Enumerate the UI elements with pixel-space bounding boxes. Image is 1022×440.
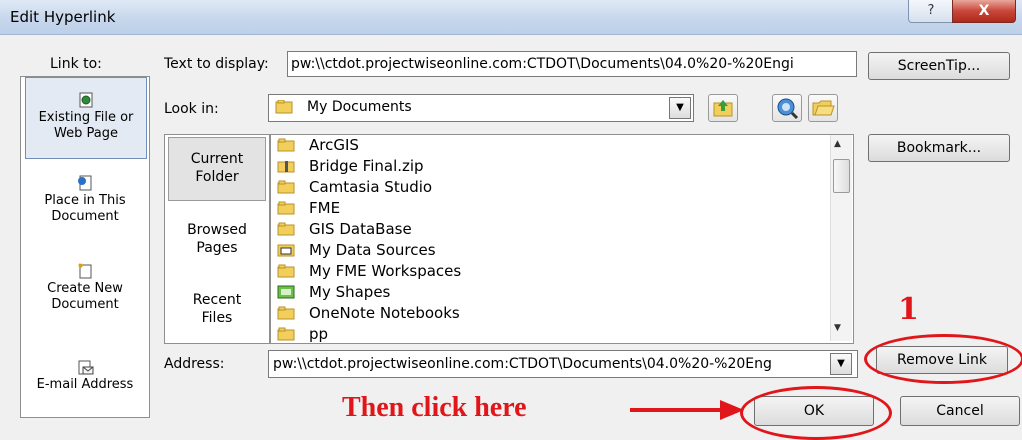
list-item[interactable]: GIS DataBase: [277, 219, 412, 240]
folder-icon: [277, 221, 295, 235]
look-in-select[interactable]: My Documents ▼: [268, 94, 694, 122]
nav-current-line1: Current: [190, 151, 244, 167]
window-title: Edit Hyperlink: [10, 8, 116, 26]
nav-current-line2: Folder: [195, 169, 239, 185]
cancel-button[interactable]: Cancel: [900, 396, 1020, 426]
list-item-label: pp: [309, 325, 329, 343]
screentip-button[interactable]: ScreenTip...: [868, 52, 1010, 80]
documents-folder-icon: [275, 100, 293, 114]
nav-browsed-pages[interactable]: Browsed Pages: [169, 221, 265, 257]
nav-current-folder[interactable]: Current Folder: [168, 137, 266, 201]
nav-browsed-line2: Pages: [196, 240, 238, 256]
text-to-display-label: Text to display:: [164, 56, 269, 72]
zip-folder-icon: [277, 158, 295, 172]
place-in-document-label-2: Document: [51, 209, 119, 224]
list-item-label: ArcGIS: [309, 136, 359, 154]
create-new-label-1: Create New: [47, 281, 123, 296]
nav-browsed-line1: Browsed: [187, 222, 247, 238]
folder-icon: [277, 326, 295, 340]
list-item[interactable]: OneNote Notebooks: [277, 303, 460, 324]
existing-file-label-1: Existing File or: [38, 110, 134, 125]
new-document-icon: [78, 263, 92, 279]
list-item[interactable]: ArcGIS: [277, 135, 359, 156]
list-item-label: Camtasia Studio: [309, 178, 433, 196]
list-item[interactable]: My Shapes: [277, 282, 390, 303]
create-new-label-2: Document: [51, 297, 119, 312]
annotation-instruction: Then click here: [342, 392, 527, 423]
up-one-folder-icon[interactable]: [708, 94, 738, 122]
link-to-place-in-document[interactable]: Place in This Document: [22, 175, 148, 225]
bookmark-button[interactable]: Bookmark...: [868, 134, 1010, 162]
data-source-icon: [277, 242, 295, 256]
folder-icon: [277, 200, 295, 214]
web-file-icon: [79, 92, 93, 108]
text-to-display-input[interactable]: pw:\\ctdot.projectwiseonline.com:CTDOT\D…: [287, 51, 857, 77]
chevron-down-icon[interactable]: ▼: [669, 97, 691, 119]
address-dropdown-icon[interactable]: ▼: [830, 353, 852, 375]
look-in-label: Look in:: [164, 101, 219, 117]
browse-file-icon[interactable]: [808, 94, 838, 122]
link-to-label: Link to:: [50, 56, 102, 72]
email-address-label: E-mail Address: [36, 377, 134, 392]
scroll-thumb[interactable]: [833, 159, 850, 193]
list-item-label: My FME Workspaces: [309, 262, 462, 280]
link-to-panel: Existing File or Web Page Place in This …: [20, 76, 150, 418]
list-item-label: GIS DataBase: [309, 220, 412, 238]
browse-web-icon[interactable]: [772, 94, 802, 122]
place-in-document-label-1: Place in This: [44, 193, 126, 208]
folder-icon: [277, 179, 295, 193]
nav-recent-line2: Files: [201, 310, 233, 326]
annotation-arrow-icon: [630, 400, 744, 420]
close-button[interactable]: X: [952, 0, 1016, 23]
existing-file-label-2: Web Page: [54, 126, 118, 141]
address-input[interactable]: pw:\\ctdot.projectwiseonline.com:CTDOT\D…: [268, 350, 858, 378]
scroll-down-icon[interactable]: ▼: [834, 323, 841, 333]
list-item[interactable]: Bridge Final.zip: [277, 156, 424, 177]
title-bar: [0, 0, 1022, 35]
list-item-label: FME: [309, 199, 341, 217]
list-item[interactable]: Camtasia Studio: [277, 177, 432, 198]
list-item[interactable]: pp: [277, 324, 329, 343]
annotation-step-number: 1: [898, 292, 919, 327]
file-list[interactable]: ArcGIS Bridge Final.zip Camtasia Studio FME…: [270, 134, 854, 344]
link-to-existing-file[interactable]: Existing File or Web Page: [25, 77, 147, 159]
browse-nav-panel: Current Folder Browsed Pages Recent File…: [164, 134, 270, 344]
file-list-scrollbar[interactable]: ▲ ▼: [830, 135, 852, 341]
annotation-oval-remove-link: [864, 334, 1022, 384]
nav-recent-line1: Recent: [192, 292, 242, 308]
folder-icon: [277, 305, 295, 319]
annotation-oval-ok: [740, 386, 892, 440]
shapes-icon: [277, 284, 295, 298]
list-item-label: My Shapes: [309, 283, 391, 301]
scroll-up-icon[interactable]: ▲: [834, 139, 841, 149]
list-item[interactable]: My FME Workspaces: [277, 261, 461, 282]
folder-icon: [277, 263, 295, 277]
folder-icon: [277, 137, 295, 151]
look-in-value: My Documents: [307, 99, 412, 115]
nav-recent-files[interactable]: Recent Files: [169, 291, 265, 327]
email-icon: [78, 360, 94, 375]
address-label: Address:: [164, 356, 225, 372]
link-to-email-address[interactable]: E-mail Address: [22, 359, 148, 393]
list-item-label: My Data Sources: [309, 241, 436, 259]
list-item[interactable]: FME: [277, 198, 340, 219]
list-item-label: OneNote Notebooks: [309, 304, 460, 322]
place-in-document-icon: [78, 175, 92, 191]
link-to-create-new-document[interactable]: Create New Document: [22, 263, 148, 313]
list-item-label: Bridge Final.zip: [309, 157, 424, 175]
help-button[interactable]: ?: [908, 0, 954, 23]
list-item[interactable]: My Data Sources: [277, 240, 436, 261]
